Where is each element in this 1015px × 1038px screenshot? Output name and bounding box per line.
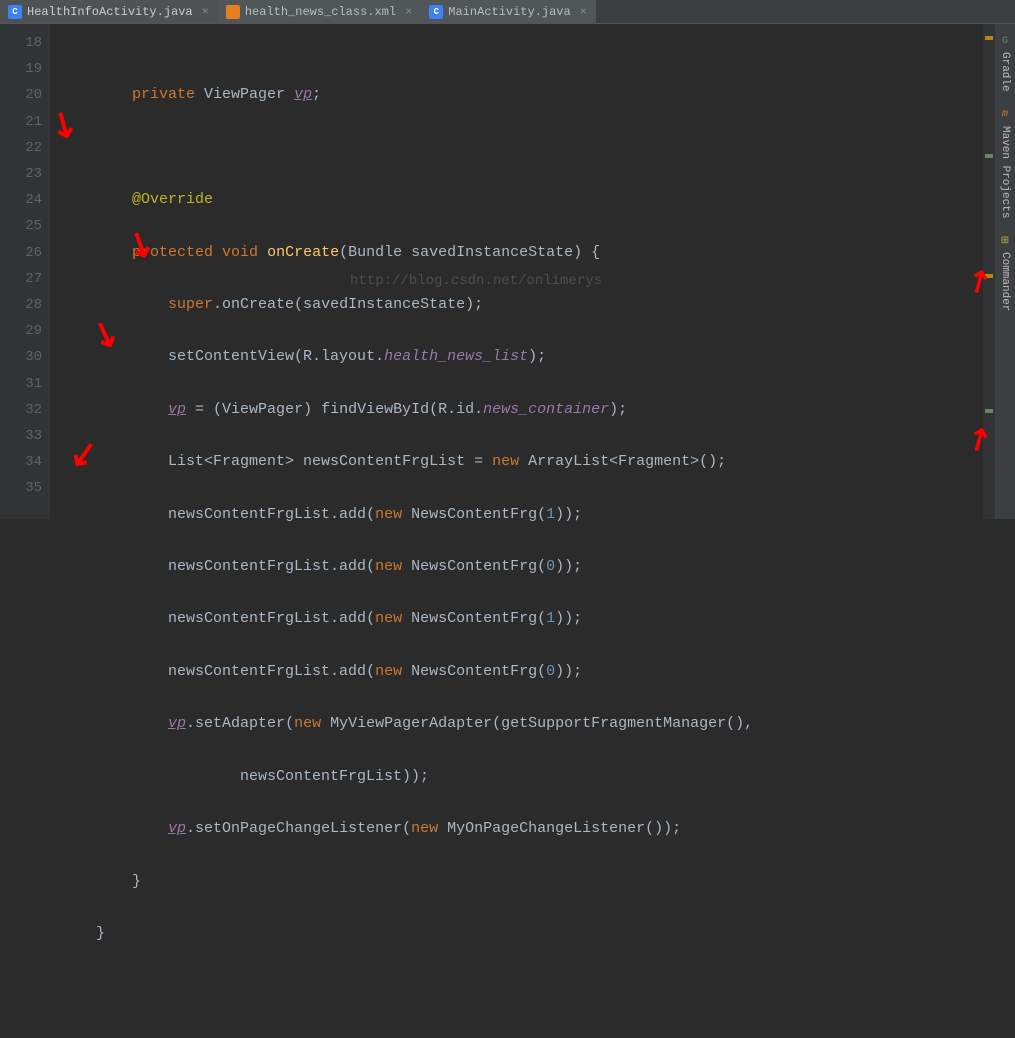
code-line: newsContentFrgList.add(new NewsContentFr… bbox=[60, 502, 983, 528]
line-number: 30 bbox=[0, 344, 42, 370]
close-icon[interactable]: × bbox=[580, 5, 587, 19]
tab-healthinfoactivity[interactable]: C HealthInfoActivity.java × bbox=[0, 0, 218, 23]
right-tool-bar: G Gradle m Maven Projects ⊞ Commander bbox=[995, 24, 1015, 519]
line-number: 18 bbox=[0, 30, 42, 56]
tab-mainactivity[interactable]: C MainActivity.java × bbox=[421, 0, 596, 23]
code-line: super.onCreate(savedInstanceState); bbox=[60, 292, 983, 318]
line-number: 26 bbox=[0, 240, 42, 266]
line-number: 29 bbox=[0, 318, 42, 344]
code-line: vp = (ViewPager) findViewById(R.id.news_… bbox=[60, 397, 983, 423]
error-stripe[interactable]: ↗ ↗ bbox=[983, 24, 995, 519]
code-line: List<Fragment> newsContentFrgList = new … bbox=[60, 449, 983, 475]
code-line: @Override bbox=[60, 187, 983, 213]
code-editor[interactable]: private ViewPager vp; @Override protecte… bbox=[50, 24, 983, 519]
close-icon[interactable]: × bbox=[405, 5, 412, 19]
code-line: newsContentFrgList.add(new NewsContentFr… bbox=[60, 554, 983, 580]
tool-label: Commander bbox=[999, 252, 1011, 311]
warning-marker[interactable] bbox=[985, 36, 993, 40]
maven-icon: m bbox=[998, 108, 1012, 122]
java-class-icon: C bbox=[429, 5, 443, 19]
editor-tabs: C HealthInfoActivity.java × health_news_… bbox=[0, 0, 1015, 24]
close-icon[interactable]: × bbox=[202, 5, 209, 19]
code-line: } bbox=[60, 921, 983, 947]
line-number: 32 bbox=[0, 397, 42, 423]
line-number: 34 bbox=[0, 449, 42, 475]
xml-file-icon bbox=[226, 5, 240, 19]
line-number: 35 bbox=[0, 475, 42, 501]
tool-label: Gradle bbox=[999, 52, 1011, 92]
editor-area: 18 19 20 21 22 23 24 25 26 27 28 29 30 3… bbox=[0, 24, 1015, 519]
tool-gradle[interactable]: G Gradle bbox=[996, 28, 1014, 98]
tool-commander[interactable]: ⊞ Commander bbox=[996, 228, 1014, 317]
code-line bbox=[60, 973, 983, 999]
line-number: 20 bbox=[0, 82, 42, 108]
tab-health-news-xml[interactable]: health_news_class.xml × bbox=[218, 0, 421, 23]
line-number: 31 bbox=[0, 371, 42, 397]
override-gutter-icon[interactable]: ⬤↑ bbox=[0, 112, 1, 138]
tool-label: Maven Projects bbox=[999, 126, 1011, 218]
java-class-icon: C bbox=[8, 5, 22, 19]
warning-marker[interactable] bbox=[985, 274, 993, 278]
line-number: 23 bbox=[0, 161, 42, 187]
watermark-text: http://blog.csdn.net/onlimerys bbox=[350, 268, 602, 294]
line-number: 28 bbox=[0, 292, 42, 318]
line-number: 25 bbox=[0, 213, 42, 239]
tab-label: HealthInfoActivity.java bbox=[27, 5, 193, 19]
line-number: 24 bbox=[0, 187, 42, 213]
line-number-gutter: 18 19 20 21 22 23 24 25 26 27 28 29 30 3… bbox=[0, 24, 50, 519]
code-line: newsContentFrgList.add(new NewsContentFr… bbox=[60, 659, 983, 685]
code-line: setContentView(R.layout.health_news_list… bbox=[60, 344, 983, 370]
code-line: protected void onCreate(Bundle savedInst… bbox=[60, 240, 983, 266]
commander-icon: ⊞ bbox=[998, 234, 1012, 248]
gradle-icon: G bbox=[998, 34, 1012, 48]
code-line: vp.setOnPageChangeListener(new MyOnPageC… bbox=[60, 816, 983, 842]
ok-marker[interactable] bbox=[985, 409, 993, 413]
code-line: newsContentFrgList)); bbox=[60, 764, 983, 790]
line-number: 22 bbox=[0, 135, 42, 161]
code-line: } bbox=[60, 869, 983, 895]
code-line: newsContentFrgList.add(new NewsContentFr… bbox=[60, 606, 983, 632]
tool-maven[interactable]: m Maven Projects bbox=[996, 102, 1014, 224]
code-line bbox=[60, 135, 983, 161]
line-number: 19 bbox=[0, 56, 42, 82]
code-line: vp.setAdapter(new MyViewPagerAdapter(get… bbox=[60, 711, 983, 737]
tab-label: health_news_class.xml bbox=[245, 5, 396, 19]
line-number: 21 bbox=[0, 109, 42, 135]
code-line: private ViewPager vp; bbox=[60, 82, 983, 108]
ok-marker[interactable] bbox=[985, 154, 993, 158]
line-number: 27 bbox=[0, 266, 42, 292]
tab-label: MainActivity.java bbox=[448, 5, 570, 19]
line-number: 33 bbox=[0, 423, 42, 449]
